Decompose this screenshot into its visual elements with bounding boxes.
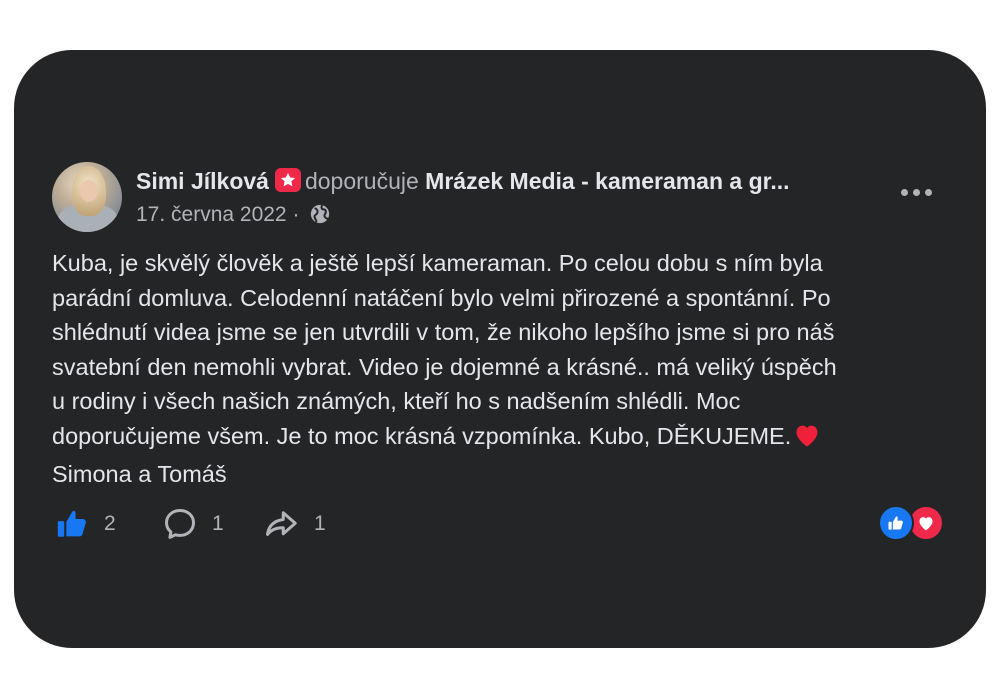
recommend-star-icon — [274, 168, 301, 192]
author-name[interactable]: Simi Jílková — [136, 168, 269, 194]
comment-count: 1 — [212, 512, 224, 535]
post-text: Kuba, je skvělý člověk a ještě lepší kam… — [52, 250, 837, 449]
like-count: 2 — [104, 512, 116, 535]
share-count: 1 — [314, 512, 326, 535]
red-heart-emoji-icon — [793, 422, 821, 458]
meta-separator: · — [292, 203, 300, 226]
globe-icon — [309, 203, 331, 234]
comment-button[interactable]: 1 — [162, 504, 224, 544]
post-signature: Simona a Tomáš — [52, 461, 227, 487]
post-meta: 17. června 2022 · — [136, 200, 331, 234]
post-header: Simi Jílková doporučuje Mrázek Media - ka… — [136, 165, 886, 197]
share-button[interactable]: 1 — [262, 504, 326, 544]
review-post-card: Simi Jílková doporučuje Mrázek Media - ka… — [14, 50, 986, 648]
thumbs-up-icon — [57, 510, 86, 537]
post-body: Kuba, je skvělý člověk a ještě lepší kam… — [52, 246, 952, 492]
recommends-verb: doporučuje — [304, 168, 419, 194]
more-options-icon[interactable] — [899, 180, 939, 204]
like-reaction-icon — [878, 505, 914, 541]
post-date[interactable]: 17. června 2022 — [136, 203, 287, 226]
like-button[interactable]: 2 — [54, 504, 116, 544]
reaction-summary[interactable] — [878, 505, 948, 541]
share-arrow-icon — [266, 511, 297, 536]
avatar[interactable] — [52, 162, 122, 232]
page-name-link[interactable]: Mrázek Media - kameraman a gr... — [425, 168, 789, 194]
comment-bubble-icon — [165, 509, 195, 539]
